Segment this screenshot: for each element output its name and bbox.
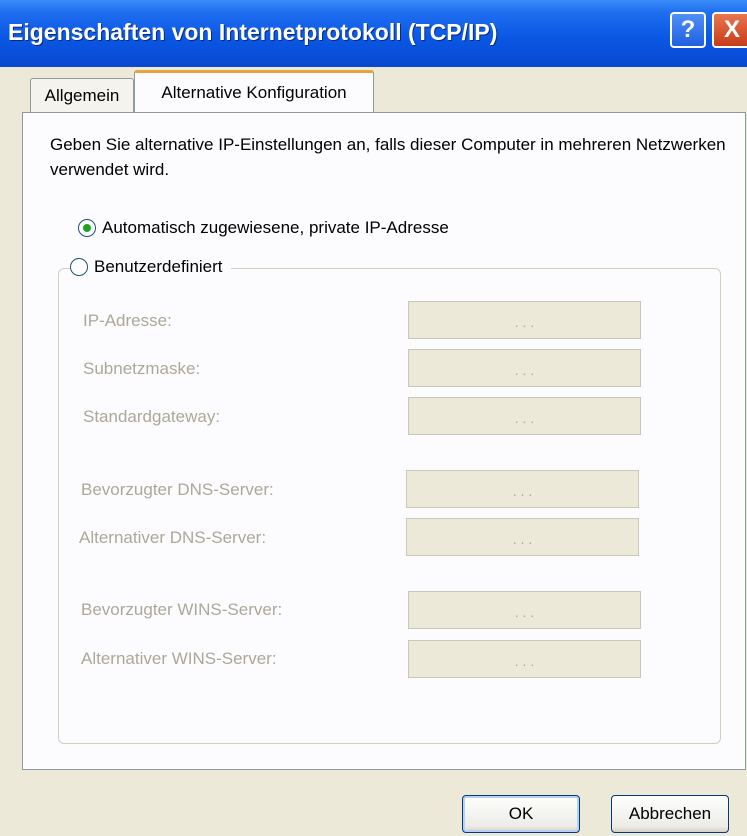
close-button[interactable]: X <box>712 12 747 48</box>
window-title: Eigenschaften von Internetprotokoll (TCP… <box>8 19 498 45</box>
cancel-button[interactable]: Abbrechen <box>611 795 729 833</box>
default-gateway-field[interactable]: . . . <box>408 397 641 435</box>
auto-ip-radio[interactable] <box>78 219 96 237</box>
tab-alternative-configuration[interactable]: Alternative Konfiguration <box>134 70 374 113</box>
alternate-wins-label: Alternativer WINS-Server: <box>81 649 277 668</box>
preferred-dns-field[interactable]: . . . <box>406 470 639 508</box>
ok-button[interactable]: OK <box>462 795 580 833</box>
alternate-dns-label: Alternativer DNS-Server: <box>79 528 267 547</box>
cancel-label: Abbrechen <box>628 804 712 823</box>
close-icon: X <box>723 16 740 43</box>
help-icon: ? <box>680 16 696 43</box>
title-bar[interactable]: Eigenschaften von Internetprotokoll (TCP… <box>0 0 747 67</box>
description-text: Geben Sie alternative IP-Einstellungen a… <box>50 135 726 179</box>
radio-selected-dot <box>83 224 91 232</box>
ok-label: OK <box>508 804 534 823</box>
subnet-mask-field[interactable]: . . . <box>408 349 641 387</box>
preferred-dns-label: Bevorzugter DNS-Server: <box>81 480 274 499</box>
ip-address-field[interactable]: . . . <box>408 301 641 339</box>
tab-panel: Geben Sie alternative IP-Einstellungen a… <box>22 112 746 770</box>
ip-address-label: IP-Adresse: <box>83 311 172 330</box>
alternate-wins-field[interactable]: . . . <box>408 640 641 678</box>
tab-general[interactable]: Allgemein <box>30 78 134 112</box>
subnet-mask-label: Subnetzmaske: <box>83 359 201 378</box>
preferred-wins-field[interactable]: . . . <box>408 591 641 629</box>
auto-ip-label: Automatisch zugewiesene, private IP-Adre… <box>102 218 449 237</box>
default-gateway-label: Standardgateway: <box>83 407 221 426</box>
custom-option[interactable]: Benutzerdefiniert <box>70 257 231 277</box>
auto-ip-option[interactable]: Automatisch zugewiesene, private IP-Adre… <box>78 218 449 238</box>
custom-radio[interactable] <box>70 258 88 276</box>
help-button[interactable]: ? <box>670 12 706 48</box>
preferred-wins-label: Bevorzugter WINS-Server: <box>81 600 283 619</box>
tab-general-label: Allgemein <box>44 85 120 105</box>
alternate-dns-field[interactable]: . . . <box>406 518 639 556</box>
custom-label: Benutzerdefiniert <box>94 257 223 276</box>
tab-alternative-label: Alternative Konfiguration <box>161 83 347 102</box>
